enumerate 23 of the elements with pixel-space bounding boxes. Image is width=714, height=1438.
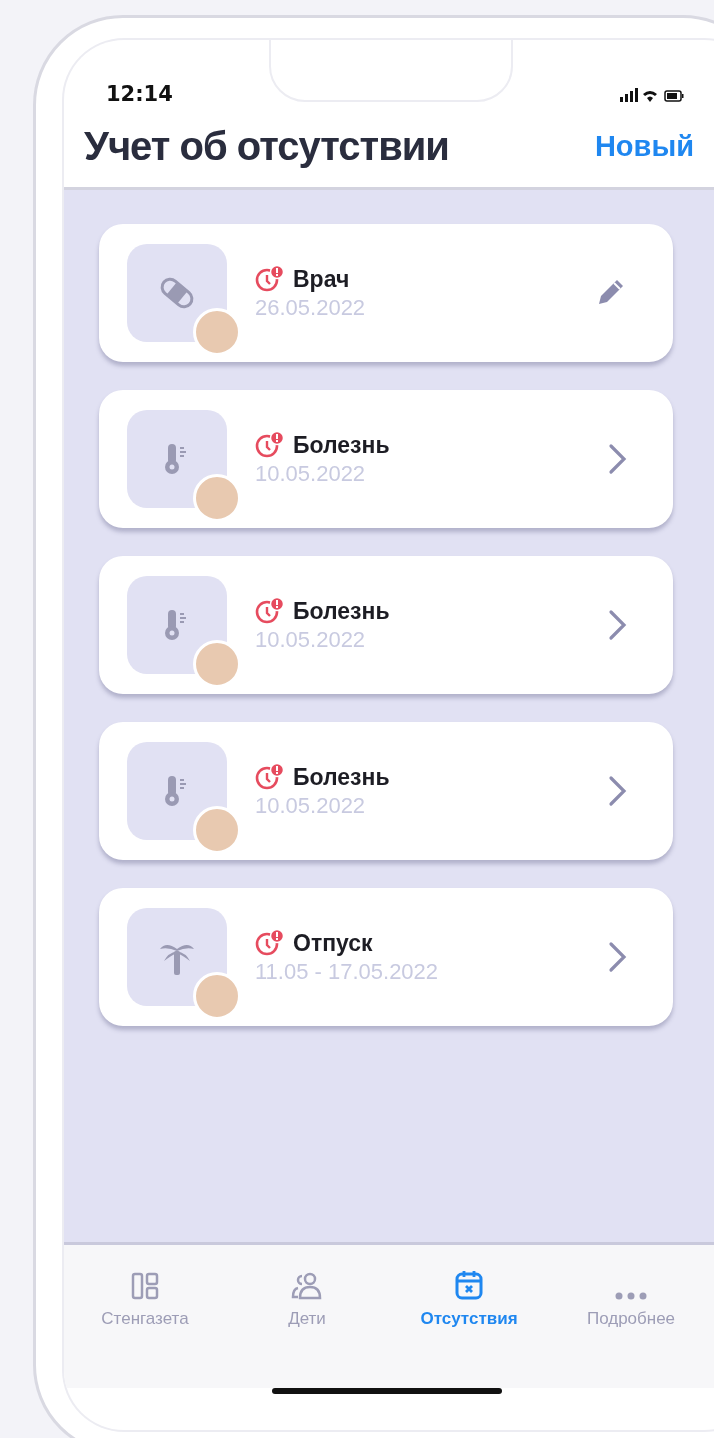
chevron-right-icon[interactable] [607,941,627,973]
clock-alert-icon [255,431,285,459]
absence-type: Отпуск [293,929,373,957]
absence-type: Болезнь [293,431,390,459]
clock-alert-icon [255,597,285,625]
calendar-x-icon [454,1269,484,1301]
signal-icon [620,86,638,102]
people-icon [290,1271,324,1301]
clock-alert-icon [255,763,285,791]
chevron-right-icon[interactable] [607,443,627,475]
absence-type: Врач [293,265,350,293]
chevron-right-icon[interactable] [607,609,627,641]
new-button[interactable]: Новый [594,130,694,163]
battery-icon [664,89,684,102]
clock-alert-icon [255,265,285,293]
chevron-right-icon[interactable] [607,775,627,807]
status-time: 12:14 [106,82,173,106]
more-icon [614,1291,648,1301]
clock-alert-icon [255,929,285,957]
dashboard-icon [130,1271,160,1301]
absence-type: Болезнь [293,763,390,791]
page-title: Учет об отсутствии [84,124,449,169]
absence-type: Болезнь [293,597,390,625]
